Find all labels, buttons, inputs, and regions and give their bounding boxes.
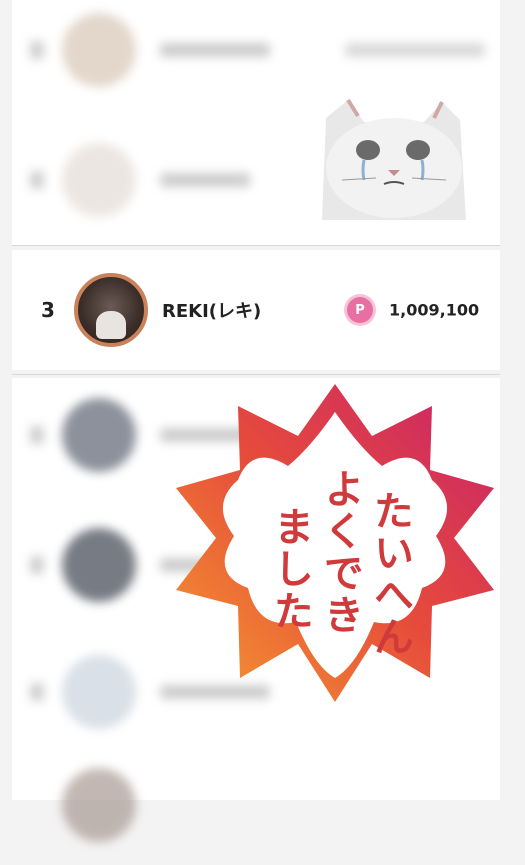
ranking-row-blurred-1[interactable]	[0, 0, 525, 110]
rank-blurred	[30, 426, 44, 444]
user-name[interactable]: REKI(レキ)	[162, 297, 261, 323]
stamp-line-3: ました	[267, 506, 314, 632]
avatar-blurred	[62, 13, 136, 87]
rank-number: 3	[41, 298, 55, 322]
sakura-stamp: たいへん よくでき ました	[160, 378, 510, 708]
name-blurred	[160, 173, 250, 187]
points-coin-icon: P	[347, 297, 373, 323]
points-value: 1,009,100	[389, 300, 480, 320]
crying-cat-sticker	[322, 98, 466, 220]
avatar-blurred	[62, 143, 136, 217]
avatar-blurred	[62, 398, 136, 472]
name-blurred	[160, 43, 270, 57]
avatar[interactable]	[74, 273, 148, 347]
rank-blurred	[30, 171, 44, 189]
stamp-line-1: たいへん	[367, 490, 414, 658]
avatar-blurred	[62, 768, 136, 842]
avatar-blurred	[62, 655, 136, 729]
stamp-line-2: よくでき	[317, 468, 364, 636]
points-blurred	[345, 43, 485, 57]
ranking-row-highlighted[interactable]: 3 REKI(レキ) P 1,009,100	[12, 250, 500, 370]
ranking-row-blurred-7[interactable]	[0, 745, 525, 865]
stamp-text: たいへん よくでき ました	[160, 378, 510, 708]
avatar-blurred	[62, 528, 136, 602]
rank-blurred	[30, 556, 44, 574]
row-divider	[12, 245, 500, 246]
rank-blurred	[30, 41, 44, 59]
rank-blurred	[30, 683, 44, 701]
